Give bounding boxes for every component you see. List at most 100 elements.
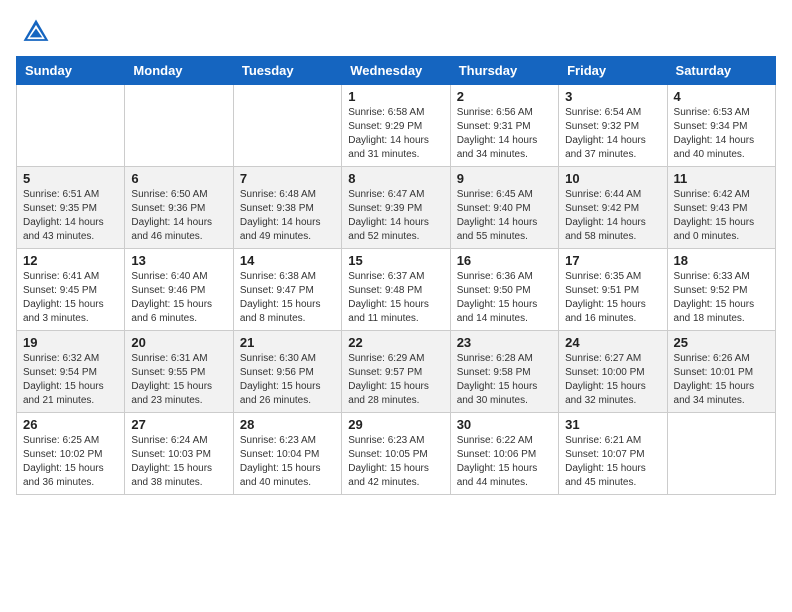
- day-number: 22: [348, 335, 443, 350]
- day-info: Sunrise: 6:54 AM Sunset: 9:32 PM Dayligh…: [565, 106, 660, 162]
- day-info: Sunrise: 6:36 AM Sunset: 9:50 PM Dayligh…: [457, 270, 552, 326]
- calendar-day-24: 24 Sunrise: 6:27 AM Sunset: 10:00 PM Dayl…: [559, 331, 667, 413]
- day-info: Sunrise: 6:58 AM Sunset: 9:29 PM Dayligh…: [348, 106, 443, 162]
- day-number: 17: [565, 253, 660, 268]
- calendar-day-29: 29 Sunrise: 6:23 AM Sunset: 10:05 PM Dayl…: [342, 413, 450, 495]
- calendar-week-2: 5Sunrise: 6:51 AM Sunset: 9:35 PM Daylig…: [17, 167, 776, 249]
- day-header-thursday: Thursday: [450, 57, 558, 85]
- day-number: 2: [457, 89, 552, 104]
- day-info: Sunrise: 6:37 AM Sunset: 9:48 PM Dayligh…: [348, 270, 443, 326]
- calendar-day-23: 23 Sunrise: 6:28 AM Sunset: 9:58 PM Dayli…: [450, 331, 558, 413]
- day-info: Sunrise: 6:50 AM Sunset: 9:36 PM Dayligh…: [131, 188, 226, 244]
- day-info: Sunrise: 6:29 AM Sunset: 9:57 PM Dayligh…: [348, 352, 443, 408]
- day-info: Sunrise: 6:32 AM Sunset: 9:54 PM Dayligh…: [23, 352, 118, 408]
- day-info: Sunrise: 6:28 AM Sunset: 9:58 PM Dayligh…: [457, 352, 552, 408]
- calendar-day-30: 30Sunrise: 6:22 AM Sunset: 10:06 PM Dayl…: [450, 413, 558, 495]
- day-info: Sunrise: 6:42 AM Sunset: 9:43 PM Dayligh…: [674, 188, 769, 244]
- day-header-row: SundayMondayTuesdayWednesdayThursdayFrid…: [17, 57, 776, 85]
- calendar-day-10: 10Sunrise: 6:44 AM Sunset: 9:42 PM Dayli…: [559, 167, 667, 249]
- day-number: 21: [240, 335, 335, 350]
- day-header-wednesday: Wednesday: [342, 57, 450, 85]
- day-number: 6: [131, 171, 226, 186]
- calendar-table: SundayMondayTuesdayWednesdayThursdayFrid…: [16, 56, 776, 495]
- calendar-day-28: 28 Sunrise: 6:23 AM Sunset: 10:04 PM Dayl…: [233, 413, 341, 495]
- day-info: Sunrise: 6:33 AM Sunset: 9:52 PM Dayligh…: [674, 270, 769, 326]
- calendar-day-12: 12Sunrise: 6:41 AM Sunset: 9:45 PM Dayli…: [17, 249, 125, 331]
- calendar-day-15: 15 Sunrise: 6:37 AM Sunset: 9:48 PM Dayli…: [342, 249, 450, 331]
- calendar-week-3: 12Sunrise: 6:41 AM Sunset: 9:45 PM Dayli…: [17, 249, 776, 331]
- day-number: 27: [131, 417, 226, 432]
- day-info: Sunrise: 6:25 AM Sunset: 10:02 PM Daylig…: [23, 434, 118, 490]
- calendar-day-2: 2 Sunrise: 6:56 AM Sunset: 9:31 PM Daylig…: [450, 85, 558, 167]
- calendar-header: SundayMondayTuesdayWednesdayThursdayFrid…: [17, 57, 776, 85]
- calendar-day-4: 4 Sunrise: 6:53 AM Sunset: 9:34 PM Daylig…: [667, 85, 775, 167]
- day-header-friday: Friday: [559, 57, 667, 85]
- calendar-empty-cell: [125, 85, 233, 167]
- calendar-day-22: 22 Sunrise: 6:29 AM Sunset: 9:57 PM Dayli…: [342, 331, 450, 413]
- day-info: Sunrise: 6:30 AM Sunset: 9:56 PM Dayligh…: [240, 352, 335, 408]
- day-number: 7: [240, 171, 335, 186]
- calendar-day-13: 13 Sunrise: 6:40 AM Sunset: 9:46 PM Dayli…: [125, 249, 233, 331]
- day-header-tuesday: Tuesday: [233, 57, 341, 85]
- day-number: 16: [457, 253, 552, 268]
- day-info: Sunrise: 6:53 AM Sunset: 9:34 PM Dayligh…: [674, 106, 769, 162]
- day-info: Sunrise: 6:23 AM Sunset: 10:05 PM Daylig…: [348, 434, 443, 490]
- day-header-sunday: Sunday: [17, 57, 125, 85]
- day-number: 13: [131, 253, 226, 268]
- calendar-week-4: 19Sunrise: 6:32 AM Sunset: 9:54 PM Dayli…: [17, 331, 776, 413]
- day-info: Sunrise: 6:51 AM Sunset: 9:35 PM Dayligh…: [23, 188, 118, 244]
- calendar-day-25: 25 Sunrise: 6:26 AM Sunset: 10:01 PM Dayl…: [667, 331, 775, 413]
- day-info: Sunrise: 6:35 AM Sunset: 9:51 PM Dayligh…: [565, 270, 660, 326]
- day-info: Sunrise: 6:27 AM Sunset: 10:00 PM Daylig…: [565, 352, 660, 408]
- day-number: 20: [131, 335, 226, 350]
- logo: [20, 16, 56, 48]
- day-number: 1: [348, 89, 443, 104]
- calendar-week-1: 1 Sunrise: 6:58 AM Sunset: 9:29 PM Daylig…: [17, 85, 776, 167]
- calendar-day-26: 26Sunrise: 6:25 AM Sunset: 10:02 PM Dayl…: [17, 413, 125, 495]
- day-info: Sunrise: 6:23 AM Sunset: 10:04 PM Daylig…: [240, 434, 335, 490]
- day-info: Sunrise: 6:38 AM Sunset: 9:47 PM Dayligh…: [240, 270, 335, 326]
- day-info: Sunrise: 6:21 AM Sunset: 10:07 PM Daylig…: [565, 434, 660, 490]
- page-header: [0, 0, 792, 56]
- calendar-day-31: 31Sunrise: 6:21 AM Sunset: 10:07 PM Dayl…: [559, 413, 667, 495]
- calendar-day-5: 5Sunrise: 6:51 AM Sunset: 9:35 PM Daylig…: [17, 167, 125, 249]
- day-info: Sunrise: 6:56 AM Sunset: 9:31 PM Dayligh…: [457, 106, 552, 162]
- day-number: 9: [457, 171, 552, 186]
- calendar-day-21: 21 Sunrise: 6:30 AM Sunset: 9:56 PM Dayli…: [233, 331, 341, 413]
- day-info: Sunrise: 6:24 AM Sunset: 10:03 PM Daylig…: [131, 434, 226, 490]
- calendar-day-27: 27 Sunrise: 6:24 AM Sunset: 10:03 PM Dayl…: [125, 413, 233, 495]
- day-info: Sunrise: 6:26 AM Sunset: 10:01 PM Daylig…: [674, 352, 769, 408]
- day-number: 28: [240, 417, 335, 432]
- day-number: 15: [348, 253, 443, 268]
- calendar-day-19: 19Sunrise: 6:32 AM Sunset: 9:54 PM Dayli…: [17, 331, 125, 413]
- day-number: 25: [674, 335, 769, 350]
- day-number: 12: [23, 253, 118, 268]
- calendar-day-6: 6 Sunrise: 6:50 AM Sunset: 9:36 PM Daylig…: [125, 167, 233, 249]
- day-info: Sunrise: 6:40 AM Sunset: 9:46 PM Dayligh…: [131, 270, 226, 326]
- calendar-wrapper: SundayMondayTuesdayWednesdayThursdayFrid…: [0, 56, 792, 503]
- page-container: SundayMondayTuesdayWednesdayThursdayFrid…: [0, 0, 792, 503]
- calendar-empty-cell: [233, 85, 341, 167]
- calendar-empty-cell: [17, 85, 125, 167]
- day-number: 8: [348, 171, 443, 186]
- logo-icon: [20, 16, 52, 48]
- day-info: Sunrise: 6:22 AM Sunset: 10:06 PM Daylig…: [457, 434, 552, 490]
- day-number: 18: [674, 253, 769, 268]
- calendar-empty-cell: [667, 413, 775, 495]
- day-number: 24: [565, 335, 660, 350]
- calendar-day-14: 14 Sunrise: 6:38 AM Sunset: 9:47 PM Dayli…: [233, 249, 341, 331]
- day-number: 11: [674, 171, 769, 186]
- calendar-day-16: 16 Sunrise: 6:36 AM Sunset: 9:50 PM Dayli…: [450, 249, 558, 331]
- day-info: Sunrise: 6:47 AM Sunset: 9:39 PM Dayligh…: [348, 188, 443, 244]
- calendar-week-5: 26Sunrise: 6:25 AM Sunset: 10:02 PM Dayl…: [17, 413, 776, 495]
- day-number: 14: [240, 253, 335, 268]
- day-info: Sunrise: 6:45 AM Sunset: 9:40 PM Dayligh…: [457, 188, 552, 244]
- day-info: Sunrise: 6:31 AM Sunset: 9:55 PM Dayligh…: [131, 352, 226, 408]
- day-number: 29: [348, 417, 443, 432]
- calendar-day-3: 3Sunrise: 6:54 AM Sunset: 9:32 PM Daylig…: [559, 85, 667, 167]
- calendar-day-8: 8 Sunrise: 6:47 AM Sunset: 9:39 PM Daylig…: [342, 167, 450, 249]
- day-number: 4: [674, 89, 769, 104]
- day-number: 23: [457, 335, 552, 350]
- calendar-day-18: 18 Sunrise: 6:33 AM Sunset: 9:52 PM Dayli…: [667, 249, 775, 331]
- calendar-day-9: 9 Sunrise: 6:45 AM Sunset: 9:40 PM Daylig…: [450, 167, 558, 249]
